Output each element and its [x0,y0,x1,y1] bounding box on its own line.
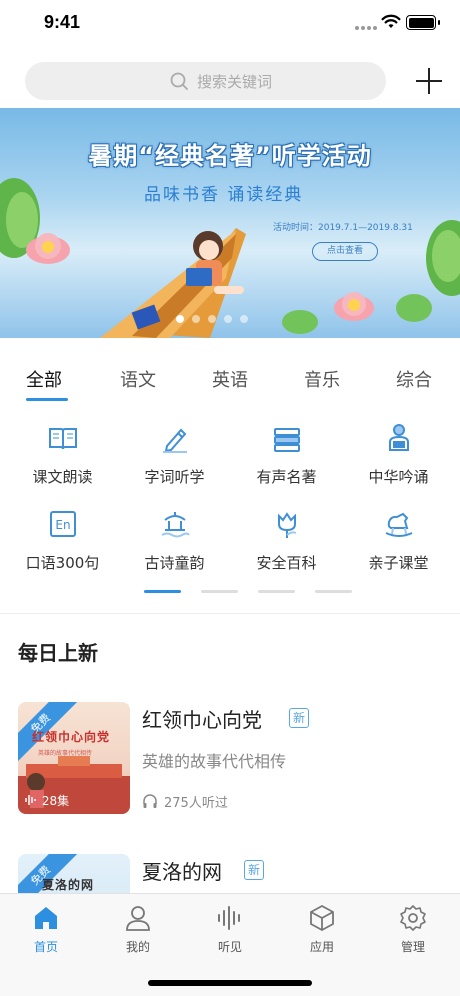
episode-count-label: 28集 [41,794,70,808]
svg-text:En: En [55,518,70,532]
headphone-icon [143,794,157,808]
pavilion-icon [160,512,190,538]
grid-item-label: 课文朗读 [32,468,93,486]
tabbar-listen[interactable]: 听见 [195,904,265,955]
tabbar-label: 听见 [217,940,242,954]
wifi-icon [381,14,401,28]
status-time: 9:41 [44,12,81,32]
pencil-icon [162,428,187,453]
category-tabs: 全部 语文 英语 音乐 综合 [0,362,460,406]
tab-indicator [26,398,68,401]
tab-all[interactable]: 全部 [26,366,62,392]
cover-subtitle: 英雄的故事代代相传 [38,750,93,757]
list-item[interactable]: 免费 红领巾心向党 英雄的故事代代相传 28集 红领巾心向党 新 英雄的故事代代… [0,702,460,827]
banner-date: 活动时间：2019.7.1—2019.8.31 [273,223,413,233]
grid-item-ancient-poems[interactable]: 古诗童韵 [117,508,232,573]
cover-title: 红领巾心向党 [32,730,111,744]
grid-item-label: 安全百科 [256,554,317,572]
grid-page-dot[interactable] [201,590,238,593]
tab-chinese[interactable]: 语文 [120,366,156,392]
album-cover[interactable]: 免费 红领巾心向党 英雄的故事代代相传 28集 [18,702,130,814]
grid-item-chinese-chanting[interactable]: 中华吟诵 [341,422,456,487]
battery-icon [406,15,440,30]
tabbar-label: 应用 [309,940,334,954]
tabbar-home[interactable]: 首页 [11,904,81,955]
book-open-icon [48,428,77,450]
tabbar-label: 我的 [125,940,150,954]
tab-music[interactable]: 音乐 [304,366,340,392]
tabbar-label: 首页 [33,940,58,954]
grid-item-text-reading[interactable]: 课文朗读 [5,422,120,487]
status-bar: 9:41 [0,0,460,48]
tabbar-manage[interactable]: 管理 [378,904,448,955]
new-badge: 新 [289,708,309,728]
cube-icon [310,904,334,932]
home-icon [35,907,57,929]
listener-count: 275人听过 [164,796,228,811]
en-icon: En [49,511,76,537]
settings-icon [400,905,426,931]
signal-icon [355,26,377,30]
search-placeholder: 搜索关键词 [197,73,273,91]
banner-dot[interactable] [176,315,184,323]
grid-item-label: 中华吟诵 [368,468,429,486]
sound-wave-icon [218,906,240,930]
grid-page-dot[interactable] [258,590,295,593]
banner-subtitle: 品味书香 诵读经典 [144,185,304,205]
grid-page-dot[interactable] [144,590,181,593]
section-divider [0,613,460,614]
search-icon [170,72,188,90]
person-icon [126,906,150,931]
new-badge: 新 [244,860,264,880]
cover-title: 夏洛的网 [42,878,95,892]
add-icon[interactable] [416,68,442,94]
grid-item-audio-classics[interactable]: 有声名著 [229,422,344,487]
grid-item-label: 古诗童韵 [144,554,205,572]
tabbar-mine[interactable]: 我的 [103,904,173,955]
banner[interactable]: 暑期“经典名著”听学活动 品味书香 诵读经典 活动时间：2019.7.1—201… [0,108,460,338]
item-title: 红领巾心向党 [142,708,262,732]
grid-item-parent-class[interactable]: 亲子课堂 [341,508,456,573]
banner-title: 暑期“经典名著”听学活动 [88,142,372,170]
tabbar-apps[interactable]: 应用 [287,904,357,955]
tulip-icon [277,512,296,538]
banner-dot[interactable] [240,315,248,323]
item-title: 夏洛的网 [142,860,222,884]
book-stack-icon [273,428,300,452]
grid-item-oral-300[interactable]: En 口语300句 [5,508,120,573]
item-description: 英雄的故事代代相传 [142,752,287,771]
grid-page-dot[interactable] [315,590,352,593]
banner-dot[interactable] [192,315,200,323]
search-input[interactable]: 搜索关键词 [25,62,386,100]
reader-icon [388,424,409,451]
banner-dot[interactable] [208,315,216,323]
home-indicator[interactable] [148,980,312,986]
grid-item-label: 字词听学 [144,468,205,486]
episode-count: 28集 [24,792,69,809]
banner-view-button[interactable]: 点击查看 [312,242,378,261]
grid-item-safety[interactable]: 安全百科 [229,508,344,573]
tab-general[interactable]: 综合 [396,366,432,392]
banner-dot[interactable] [224,315,232,323]
section-title: 每日上新 [18,641,98,665]
tabbar-label: 管理 [400,940,425,954]
rocking-horse-icon [385,512,412,537]
sound-wave-icon [25,795,36,805]
grid-item-label: 有声名著 [256,468,317,486]
tab-english[interactable]: 英语 [212,366,248,392]
grid-item-label: 口语300句 [25,554,100,572]
banner-pagination[interactable] [176,315,248,323]
grid-page-indicator[interactable] [144,590,352,593]
grid-item-word-learning[interactable]: 字词听学 [117,422,232,487]
grid-item-label: 亲子课堂 [368,554,429,572]
